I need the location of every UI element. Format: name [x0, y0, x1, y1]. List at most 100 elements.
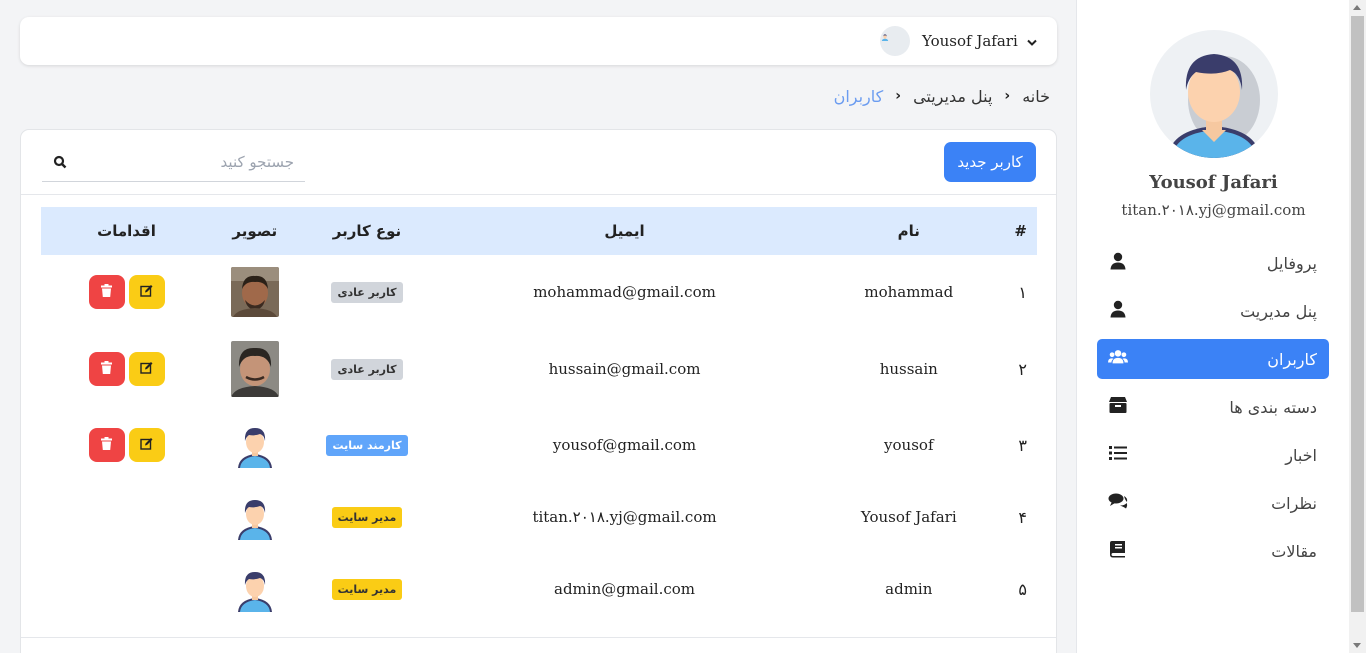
sidebar-item-admin-panel[interactable]: پنل مدیریت	[1097, 291, 1329, 331]
row-type: کاربر عادی	[298, 255, 437, 329]
row-index: ۳	[1018, 435, 1027, 455]
sidebar-item-label: اخبار	[1285, 445, 1317, 465]
breadcrumb-current: کاربران	[833, 86, 884, 106]
scroll-up-arrow-icon[interactable]	[1353, 5, 1361, 10]
edit-icon	[140, 361, 153, 377]
row-type: مدیر سایت	[298, 481, 437, 553]
trash-icon	[100, 284, 113, 300]
table-row: ۴ Yousof Jafari titan.۲۰۱۸.yj@gmail.com …	[41, 481, 1037, 553]
search-box	[42, 144, 305, 182]
edit-button[interactable]	[128, 428, 165, 462]
user-menu-dropdown[interactable]: Yousof Jafari	[880, 25, 1037, 57]
column-header-image: تصویر	[232, 222, 278, 240]
row-type: کارمند سایت	[298, 409, 437, 481]
row-type: کاربر عادی	[298, 329, 437, 409]
sidebar-item-label: پنل مدیریت	[1240, 301, 1317, 321]
user-photo	[230, 267, 279, 317]
chevron-down-icon	[1027, 32, 1037, 51]
default-avatar	[230, 564, 279, 614]
table-row: ۵ admin admin@gmail.com مدیر سایت	[41, 553, 1037, 625]
column-header-actions: اقدامات	[97, 222, 156, 240]
sidebar-item-profile[interactable]: پروفایل	[1097, 243, 1329, 283]
edit-button[interactable]	[128, 275, 165, 309]
breadcrumb: خانه ‹ پنل مدیریتی ‹ کاربران	[816, 85, 1050, 107]
search-input[interactable]	[76, 148, 294, 176]
row-email: admin@gmail.com	[554, 580, 696, 598]
row-actions	[41, 329, 212, 409]
table-row: ۲ hussain hussain@gmail.com کاربر عادی	[41, 329, 1037, 409]
sidebar-item-articles[interactable]: مقالات	[1097, 531, 1329, 571]
scroll-down-arrow-icon[interactable]	[1353, 643, 1361, 648]
delete-button[interactable]	[88, 275, 125, 309]
delete-button[interactable]	[88, 352, 125, 386]
new-user-button[interactable]: کاربر جدید	[944, 142, 1036, 182]
edit-icon	[140, 437, 153, 453]
user-type-badge: مدیر سایت	[331, 578, 403, 600]
column-header-name: نام	[897, 222, 920, 240]
row-index: ۴	[1018, 507, 1027, 527]
row-email: mohammad@gmail.com	[533, 283, 716, 301]
profile-email: titan.۲۰۱۸.yj@gmail.com	[1121, 201, 1306, 219]
sidebar-item-users[interactable]: کاربران	[1097, 339, 1329, 379]
row-name: admin	[885, 580, 933, 598]
table-row: ۳ yousof yousof@gmail.com کارمند سایت	[41, 409, 1037, 481]
row-index: ۱	[1018, 282, 1027, 302]
profile-avatar	[1150, 30, 1278, 158]
trash-icon	[100, 437, 113, 453]
row-image	[212, 255, 297, 329]
comments-icon	[1108, 492, 1128, 514]
sidebar-item-label: نظرات	[1271, 493, 1317, 513]
row-actions	[41, 481, 212, 553]
table-row: ۱ mohammad mohammad@gmail.com کاربر عادی	[41, 255, 1037, 329]
row-image	[212, 553, 297, 625]
sidebar-item-label: دسته بندی ها	[1229, 397, 1317, 417]
avatar	[880, 26, 910, 56]
user-icon	[1108, 300, 1128, 322]
default-avatar	[230, 492, 279, 542]
profile-name: Yousof Jafari	[1149, 172, 1278, 193]
user-icon	[1108, 252, 1128, 274]
row-type: مدیر سایت	[298, 553, 437, 625]
sidebar-item-categories[interactable]: دسته بندی ها	[1097, 387, 1329, 427]
column-header-email: ایمیل	[604, 222, 645, 240]
users-table: # نام ایمیل نوع کاربر تصویر اقدامات ۱ mo…	[41, 207, 1037, 625]
row-image	[212, 409, 297, 481]
page-scrollbar[interactable]	[1349, 0, 1366, 653]
list-icon	[1108, 444, 1128, 466]
row-actions	[41, 409, 212, 481]
row-actions	[41, 553, 212, 625]
row-index: ۲	[1018, 359, 1027, 379]
breadcrumb-home[interactable]: خانه	[1022, 87, 1050, 106]
edit-button[interactable]	[128, 352, 165, 386]
user-type-badge: کارمند سایت	[326, 434, 408, 456]
users-card: کاربر جدید # نام ایمیل نوع کاربر تصویر ا…	[20, 129, 1057, 653]
trash-icon	[100, 361, 113, 377]
row-name: hussain	[879, 360, 938, 378]
row-index: ۵	[1018, 579, 1027, 599]
user-type-badge: کاربر عادی	[331, 358, 403, 380]
sidebar-item-comments[interactable]: نظرات	[1097, 483, 1329, 523]
edit-icon	[140, 284, 153, 300]
card-header: کاربر جدید	[21, 130, 1056, 195]
user-name: Yousof Jafari	[922, 32, 1018, 50]
scrollbar-thumb[interactable]	[1351, 16, 1364, 612]
row-email: hussain@gmail.com	[548, 360, 701, 378]
box-icon	[1108, 396, 1128, 418]
table-header-row: # نام ایمیل نوع کاربر تصویر اقدامات	[41, 207, 1037, 255]
top-bar: Yousof Jafari	[20, 17, 1057, 65]
delete-button[interactable]	[88, 428, 125, 462]
breadcrumb-admin-panel[interactable]: پنل مدیریتی	[913, 87, 992, 106]
row-actions	[41, 255, 212, 329]
chevron-left-icon: ‹	[895, 88, 902, 104]
column-header-type: نوع کاربر	[332, 222, 402, 240]
user-type-badge: مدیر سایت	[331, 506, 403, 528]
sidebar-item-label: پروفایل	[1266, 253, 1317, 273]
sidebar-menu: پروفایل پنل مدیریت کاربران دسته بندی ها …	[1097, 243, 1329, 579]
sidebar-item-label: کاربران	[1267, 349, 1317, 369]
default-avatar	[230, 420, 279, 470]
row-image	[212, 329, 297, 409]
sidebar-item-news[interactable]: اخبار	[1097, 435, 1329, 475]
column-header-index: #	[1014, 222, 1027, 240]
sidebar: Yousof Jafari titan.۲۰۱۸.yj@gmail.com پر…	[1076, 0, 1349, 653]
row-image	[212, 481, 297, 553]
